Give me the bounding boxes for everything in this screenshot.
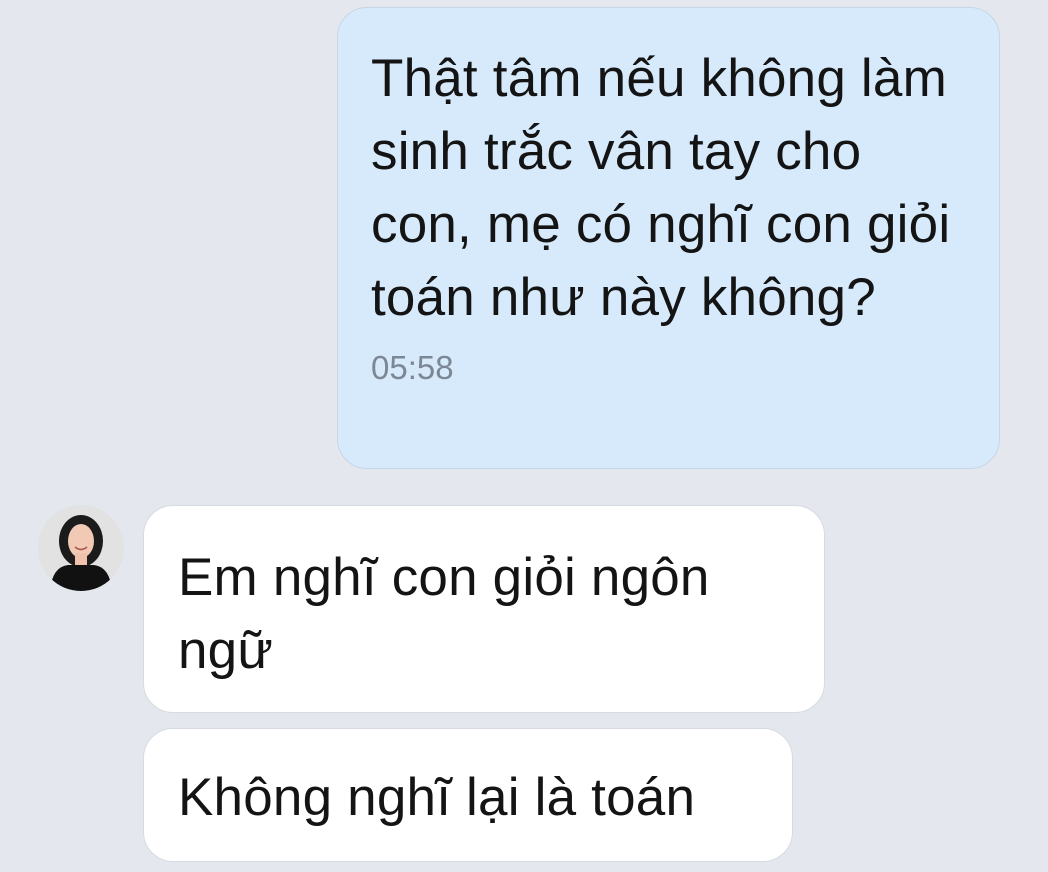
received-message-bubble[interactable]: Không nghĩ lại là toán [143,728,793,862]
avatar-image [38,505,124,591]
message-timestamp: 05:58 [371,349,454,386]
received-message-text: Em nghĩ con giỏi ngôn ngữ [178,548,710,680]
sent-message-bubble[interactable]: Thật tâm nếu không làm sinh trắc vân tay… [337,7,1000,469]
received-message-text: Không nghĩ lại là toán [178,768,696,827]
received-message-bubble[interactable]: Em nghĩ con giỏi ngôn ngữ [143,505,825,713]
sent-message-text: Thật tâm nếu không làm sinh trắc vân tay… [371,49,951,327]
contact-avatar[interactable] [38,505,124,591]
